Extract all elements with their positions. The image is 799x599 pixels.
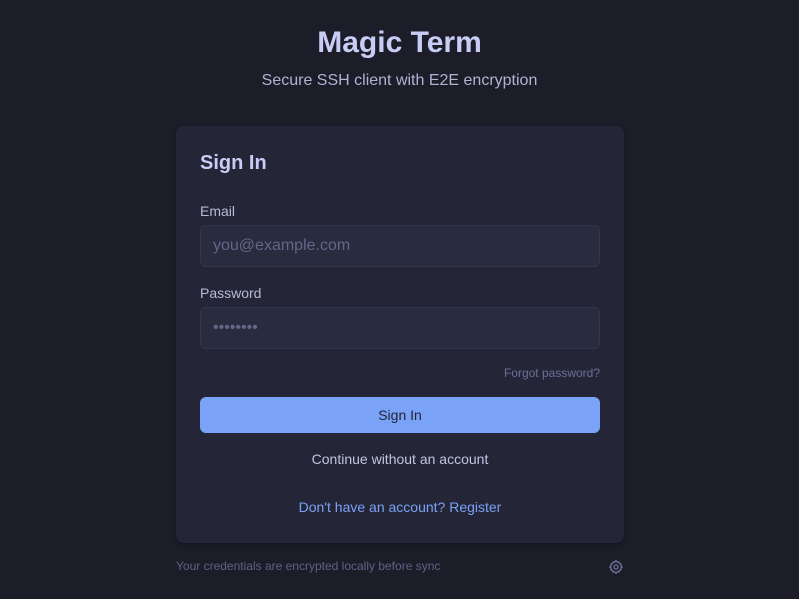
password-label: Password <box>200 285 262 301</box>
email-field[interactable] <box>200 225 600 267</box>
continue-without-account-link[interactable]: Continue without an account <box>200 450 600 468</box>
register-link[interactable]: Don't have an account? Register <box>200 498 600 516</box>
sign-in-button[interactable]: Sign In <box>200 397 600 433</box>
forgot-password-link[interactable]: Forgot password? <box>504 366 600 380</box>
signin-title: Sign In <box>200 152 267 174</box>
gear-icon[interactable] <box>608 559 624 575</box>
app-title: Magic Term <box>317 26 482 59</box>
login-page: Magic Term Secure SSH client with E2E en… <box>0 0 799 599</box>
password-field[interactable] <box>200 307 600 349</box>
email-label: Email <box>200 203 236 219</box>
encryption-note: Your credentials are encrypted locally b… <box>176 559 441 573</box>
app-subtitle: Secure SSH client with E2E encryption <box>261 72 538 89</box>
